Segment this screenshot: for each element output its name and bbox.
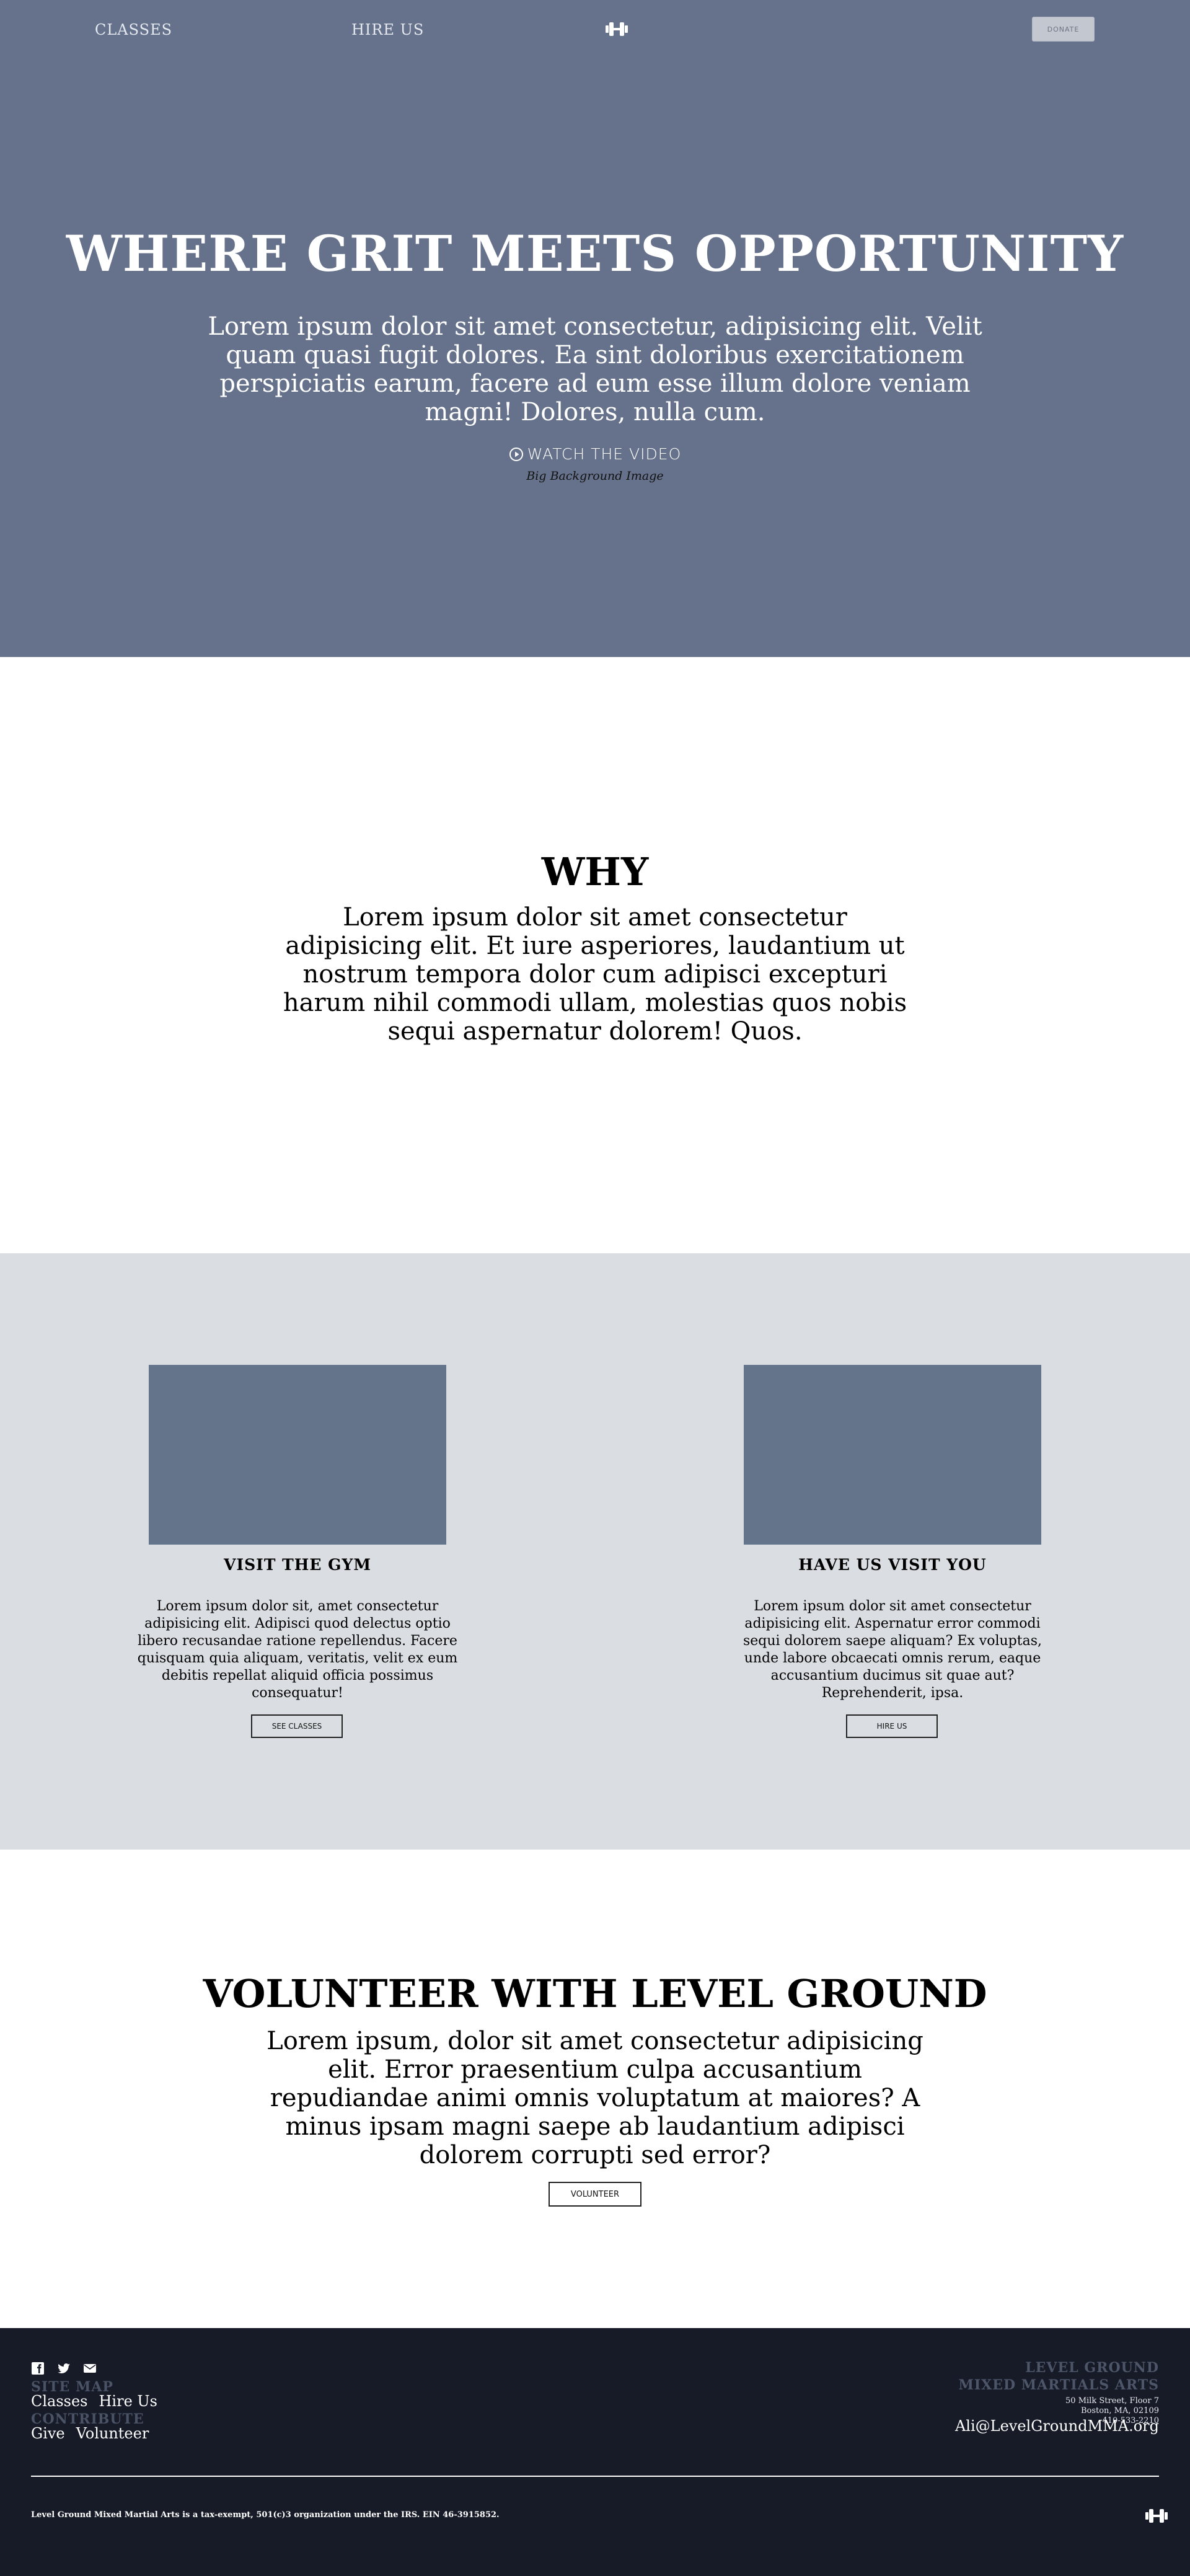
volunteer-text: Lorem ipsum, dolor sit amet consectetur … [267, 2027, 923, 2169]
footer-divider [31, 2476, 1159, 2477]
footer: SITE MAP Classes Hire Us CONTRIBUTE Give… [0, 2328, 1190, 2576]
hero-section: CLASSES HIRE US DONATE WHERE GRIT MEETS … [0, 0, 1190, 657]
visit-you-image [744, 1365, 1041, 1545]
site-map-links: Classes Hire Us [31, 2393, 157, 2410]
why-title: WHY [541, 849, 649, 894]
card-title-visit-gym: VISIT THE GYM [224, 1556, 371, 1574]
play-icon [509, 447, 523, 461]
org-name-line2: MIXED MARTIALS ARTS [958, 2377, 1159, 2393]
nav-link-hire-us[interactable]: HIRE US [351, 21, 424, 38]
dumbbell-icon[interactable] [1144, 2507, 1169, 2525]
volunteer-button[interactable]: VOLUNTEER [549, 2182, 641, 2207]
contribute-links: Give Volunteer [31, 2425, 149, 2442]
hire-us-button[interactable]: HIRE US [846, 1714, 938, 1738]
footer-link-hire-us[interactable]: Hire Us [99, 2393, 157, 2410]
services-section: VISIT THE GYM Lorem ipsum dolor sit, ame… [0, 1253, 1190, 1850]
footer-legal-text: Level Ground Mixed Martial Arts is a tax… [31, 2510, 500, 2520]
gym-image [149, 1365, 446, 1545]
card-title-visit-you: HAVE US VISIT YOU [798, 1556, 987, 1574]
card-text-visit-you: Lorem ipsum dolor sit amet consectetur a… [743, 1599, 1042, 1701]
watch-video-link[interactable]: WATCH THE VIDEO [0, 445, 1190, 463]
watch-video-label: WATCH THE VIDEO [527, 445, 682, 463]
hero-image-caption: Big Background Image [526, 469, 664, 483]
dumbbell-icon[interactable] [604, 20, 629, 38]
org-name-line1: LEVEL GROUND [1025, 2360, 1159, 2376]
footer-org-name: LEVEL GROUND MIXED MARTIALS ARTS [958, 2359, 1159, 2394]
address-line1: 50 Milk Street, Floor 7 [1065, 2396, 1159, 2406]
donate-button[interactable]: DONATE [1032, 17, 1095, 42]
footer-link-classes[interactable]: Classes [31, 2393, 88, 2410]
why-text: Lorem ipsum dolor sit amet consectetur a… [283, 903, 907, 1046]
email-icon[interactable] [83, 2362, 97, 2375]
hero-text: Lorem ipsum dolor sit amet consectetur, … [208, 312, 982, 426]
card-text-visit-gym: Lorem ipsum dolor sit, amet consectetur … [137, 1599, 458, 1701]
footer-link-give[interactable]: Give [31, 2425, 65, 2442]
address-line2: Boston, MA, 02109 [1080, 2406, 1159, 2415]
volunteer-title: VOLUNTEER WITH LEVEL GROUND [203, 1971, 987, 2016]
nav-link-classes[interactable]: CLASSES [95, 21, 172, 38]
twitter-icon[interactable] [57, 2362, 71, 2375]
facebook-icon[interactable] [31, 2362, 45, 2375]
hero-title: WHERE GRIT MEETS OPPORTUNITY [66, 224, 1124, 283]
see-classes-button[interactable]: SEE CLASSES [251, 1714, 343, 1738]
footer-email-link[interactable]: Ali@LevelGroundMMA.org [955, 2417, 1159, 2435]
social-links [31, 2362, 97, 2375]
footer-link-volunteer[interactable]: Volunteer [76, 2425, 149, 2442]
